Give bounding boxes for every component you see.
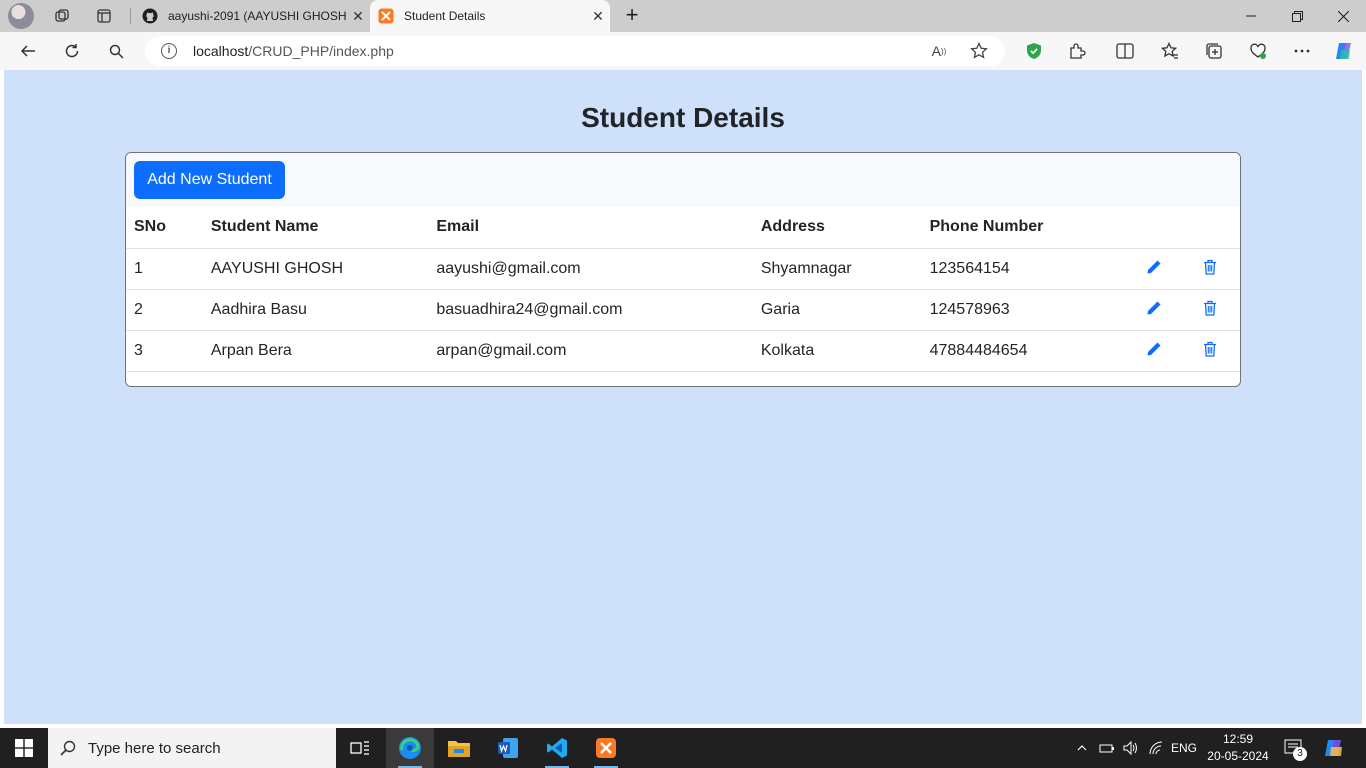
notifications-button[interactable]: 3 xyxy=(1280,728,1308,768)
edit-icon[interactable] xyxy=(1144,298,1164,318)
clock-date: 20-05-2024 xyxy=(1207,749,1269,763)
battery-icon[interactable] xyxy=(1096,728,1118,768)
tab-separator xyxy=(130,8,131,24)
browser-essentials-icon[interactable] xyxy=(1244,37,1272,65)
search-icon xyxy=(48,740,88,756)
browser-tab-strip: aayushi-2091 (AAYUSHI GHOSH) ✕ Student D… xyxy=(0,0,1366,32)
card-header: Add New Student xyxy=(126,153,1240,207)
favorites-icon[interactable] xyxy=(1156,37,1184,65)
table-row: 1 AAYUSHI GHOSH aayushi@gmail.com Shyamn… xyxy=(126,248,1240,290)
notification-count-badge: 3 xyxy=(1293,747,1307,761)
show-hidden-icons[interactable] xyxy=(1072,728,1092,768)
cell-address: Garia xyxy=(752,289,922,331)
tab-student-details[interactable]: Student Details ✕ xyxy=(370,0,610,32)
taskbar-search[interactable]: Type here to search xyxy=(48,728,336,768)
cell-address: Kolkata xyxy=(752,330,922,372)
vscode-icon[interactable] xyxy=(533,728,581,768)
widgets-icon[interactable] xyxy=(1318,728,1350,768)
start-button[interactable] xyxy=(0,728,48,768)
clock-time: 12:59 xyxy=(1222,732,1254,746)
search-placeholder: Type here to search xyxy=(88,739,221,757)
extensions-icon[interactable] xyxy=(1063,37,1091,65)
github-icon xyxy=(142,8,158,24)
cell-name: AAYUSHI GHOSH xyxy=(202,248,429,290)
task-view-icon[interactable] xyxy=(336,728,384,768)
file-explorer-icon[interactable] xyxy=(435,728,483,768)
search-icon[interactable] xyxy=(102,37,130,65)
close-tab-icon[interactable]: ✕ xyxy=(586,8,610,25)
xampp-taskbar-icon[interactable] xyxy=(582,728,630,768)
edit-icon[interactable] xyxy=(1144,257,1164,277)
volume-icon[interactable] xyxy=(1120,728,1142,768)
windows-taskbar: Type here to search ENG 12:59 20-05-2024… xyxy=(0,728,1366,768)
cell-sno: 3 xyxy=(126,330,203,372)
system-clock[interactable]: 12:59 20-05-2024 xyxy=(1200,731,1276,765)
cell-email: aayushi@gmail.com xyxy=(428,248,753,290)
network-icon[interactable] xyxy=(1145,728,1167,768)
tab-github[interactable]: aayushi-2091 (AAYUSHI GHOSH) ✕ xyxy=(134,0,370,32)
students-table: SNo Student Name Email Address Phone Num… xyxy=(126,207,1240,372)
cell-phone: 47884484654 xyxy=(921,330,1128,372)
table-header-row: SNo Student Name Email Address Phone Num… xyxy=(126,207,1240,249)
tab-title: Student Details xyxy=(404,9,486,23)
cell-address: Shyamnagar xyxy=(752,248,922,290)
site-info-icon[interactable]: i xyxy=(161,43,177,59)
edit-icon[interactable] xyxy=(1144,339,1164,359)
column-header-name: Student Name xyxy=(202,207,429,249)
workspaces-icon[interactable] xyxy=(50,4,74,28)
copilot-icon[interactable] xyxy=(1330,37,1358,65)
word-icon[interactable] xyxy=(484,728,532,768)
column-header-phone: Phone Number xyxy=(921,207,1128,249)
refresh-button[interactable] xyxy=(58,37,86,65)
cell-name: Arpan Bera xyxy=(202,330,429,372)
table-row: 3 Arpan Bera arpan@gmail.com Kolkata 478… xyxy=(126,330,1240,372)
language-indicator[interactable]: ENG xyxy=(1168,728,1200,768)
close-tab-icon[interactable]: ✕ xyxy=(346,8,370,25)
cell-sno: 2 xyxy=(126,289,203,331)
url-host: localhost xyxy=(193,43,249,59)
column-header-edit xyxy=(1127,207,1181,249)
column-header-address: Address xyxy=(752,207,922,249)
column-header-sno: SNo xyxy=(126,207,203,249)
profile-avatar[interactable] xyxy=(8,3,34,29)
minimize-button[interactable] xyxy=(1228,0,1274,32)
cell-phone: 123564154 xyxy=(921,248,1128,290)
favorite-star-icon[interactable] xyxy=(969,41,989,61)
new-tab-button[interactable]: + xyxy=(620,4,644,28)
windows-icon xyxy=(15,739,33,757)
tab-actions-icon[interactable] xyxy=(92,4,116,28)
add-new-student-button[interactable]: Add New Student xyxy=(134,161,285,199)
xampp-icon xyxy=(378,8,394,24)
column-header-email: Email xyxy=(428,207,753,249)
edge-taskbar-icon[interactable] xyxy=(386,728,434,768)
trash-icon[interactable] xyxy=(1200,339,1220,359)
collections-icon[interactable] xyxy=(1200,37,1228,65)
restore-button[interactable] xyxy=(1274,0,1320,32)
cell-email: arpan@gmail.com xyxy=(428,330,753,372)
address-bar[interactable]: i localhost/CRUD_PHP/index.php A)) xyxy=(145,36,1005,66)
url-text[interactable]: localhost/CRUD_PHP/index.php xyxy=(193,43,394,59)
cell-email: basuadhira24@gmail.com xyxy=(428,289,753,331)
page-title: Student Details xyxy=(581,102,785,133)
table-row: 2 Aadhira Basu basuadhira24@gmail.com Ga… xyxy=(126,289,1240,331)
cell-sno: 1 xyxy=(126,248,203,290)
read-aloud-icon[interactable]: A)) xyxy=(929,41,949,61)
cell-phone: 124578963 xyxy=(921,289,1128,331)
back-button[interactable] xyxy=(14,37,42,65)
trash-icon[interactable] xyxy=(1200,257,1220,277)
students-card: Add New Student SNo Student Name Email A… xyxy=(125,152,1241,387)
close-window-button[interactable] xyxy=(1320,0,1366,32)
more-options-icon[interactable] xyxy=(1288,37,1316,65)
column-header-delete xyxy=(1180,207,1240,249)
tab-title: aayushi-2091 (AAYUSHI GHOSH) xyxy=(168,9,346,23)
cell-name: Aadhira Basu xyxy=(202,289,429,331)
url-path: /CRUD_PHP/index.php xyxy=(248,43,394,59)
browser-toolbar: i localhost/CRUD_PHP/index.php A)) xyxy=(0,32,1366,70)
split-screen-icon[interactable] xyxy=(1111,37,1139,65)
trash-icon[interactable] xyxy=(1200,298,1220,318)
shield-icon[interactable] xyxy=(1020,37,1048,65)
page-viewport: Student Details Add New Student SNo Stud… xyxy=(4,70,1362,724)
